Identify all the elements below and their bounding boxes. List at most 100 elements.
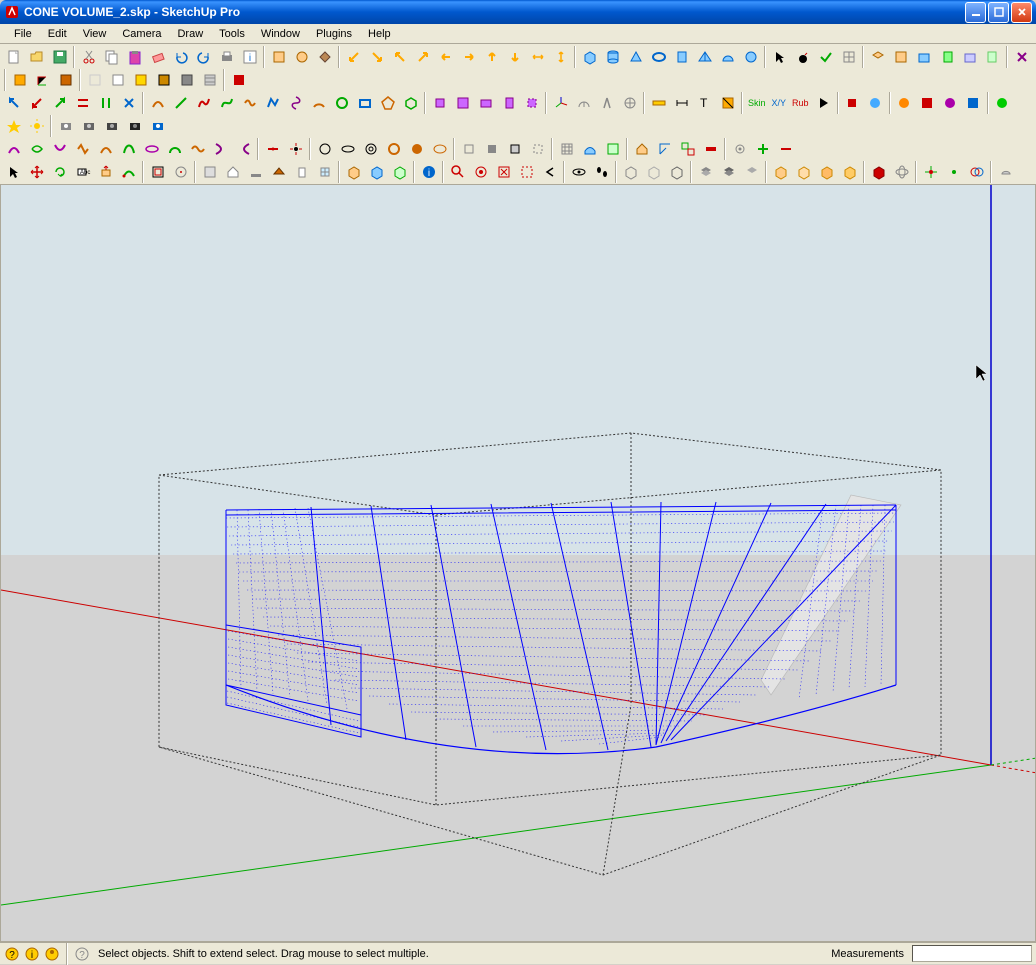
door-icon[interactable] [290,160,313,183]
menu-draw[interactable]: Draw [169,26,211,42]
gold-cube-3-icon[interactable] [815,160,838,183]
layers-stack-3-icon[interactable] [740,160,763,183]
layers-stack-2-icon[interactable] [717,160,740,183]
arrow-right-icon[interactable] [457,45,480,68]
follow-me-icon[interactable] [117,160,140,183]
undo-icon[interactable] [169,45,192,68]
cube-solid-icon[interactable] [480,137,503,160]
push-pull-icon[interactable] [94,160,117,183]
open-file-icon[interactable] [25,45,48,68]
top-view-icon[interactable] [889,45,912,68]
purp-box-1-icon[interactable] [428,91,451,114]
shape-box-icon[interactable] [578,45,601,68]
component-cube-icon[interactable] [342,160,365,183]
cube-hidden-icon[interactable] [526,137,549,160]
gear-icon[interactable] [728,137,751,160]
red-square-icon[interactable] [841,91,864,114]
search-red-icon[interactable] [446,160,469,183]
shape-cone-icon[interactable] [624,45,647,68]
menu-window[interactable]: Window [253,26,308,42]
menu-file[interactable]: File [6,26,40,42]
draw-ngon-icon[interactable] [399,91,422,114]
curve-4-icon[interactable] [71,137,94,160]
camera-4-icon[interactable] [123,114,146,137]
scale-icon[interactable] [653,137,676,160]
left-view-icon[interactable] [981,45,1004,68]
arrow-nw-icon[interactable] [2,91,25,114]
donut-tool-icon[interactable] [359,137,382,160]
layer-icon[interactable] [8,68,31,91]
axis-tool-icon[interactable] [549,91,572,114]
draw-helix-icon[interactable] [284,91,307,114]
remove-icon[interactable] [774,137,797,160]
menu-view[interactable]: View [75,26,115,42]
orbit-small-icon[interactable] [890,160,913,183]
curve-1-icon[interactable] [2,137,25,160]
patch-icon[interactable] [601,137,624,160]
shape-cylinder-icon[interactable] [601,45,624,68]
circle-tool-icon[interactable] [313,137,336,160]
paste-icon[interactable] [123,45,146,68]
right-view-icon[interactable] [935,45,958,68]
wire-cube-3-icon[interactable] [665,160,688,183]
menu-camera[interactable]: Camera [114,26,169,42]
tag-tool-icon[interactable]: Abc [71,160,94,183]
green-ball-icon[interactable] [991,91,1014,114]
rotate-tool-icon[interactable] [48,160,71,183]
skin-button[interactable]: Skin [745,91,769,114]
curve-9-icon[interactable] [209,137,232,160]
camera-2-icon[interactable] [77,114,100,137]
measurements-input[interactable] [912,945,1032,962]
cube-wire-icon[interactable] [457,137,480,160]
redo-icon[interactable] [192,45,215,68]
render-red-icon[interactable] [227,68,250,91]
curve-wave-icon[interactable] [186,137,209,160]
save-file-icon[interactable] [48,45,71,68]
display-settings-icon[interactable] [290,45,313,68]
dimension-icon[interactable] [670,91,693,114]
move-tool-icon[interactable] [25,160,48,183]
erase-icon[interactable] [146,45,169,68]
draw-bezier-icon[interactable] [215,91,238,114]
purp-box-2-icon[interactable] [451,91,474,114]
hidden-line-box-icon[interactable] [106,68,129,91]
curve-3-icon[interactable] [48,137,71,160]
curve-10-icon[interactable] [232,137,255,160]
zoom-extents-icon[interactable] [492,160,515,183]
viewport-3d[interactable] [0,185,1036,942]
arrows-horizontal-icon[interactable] [526,45,549,68]
plugin-3-icon[interactable] [939,91,962,114]
print-icon[interactable] [215,45,238,68]
xray-icon[interactable] [1010,45,1033,68]
plugin-4-icon[interactable] [962,91,985,114]
offset-icon[interactable] [146,160,169,183]
front-view-icon[interactable] [912,45,935,68]
draw-polygon-icon[interactable] [376,91,399,114]
status-question-icon[interactable]: ? [74,946,90,962]
layer-grid-icon[interactable] [54,68,77,91]
curve-6-icon[interactable] [117,137,140,160]
weld-icon[interactable] [261,137,284,160]
cut-icon[interactable] [77,45,100,68]
text-label-icon[interactable]: T [693,91,716,114]
model-info-icon[interactable]: i [238,45,261,68]
curve-2-icon[interactable] [25,137,48,160]
draw-circle-icon[interactable] [330,91,353,114]
section-plane-icon[interactable] [716,91,739,114]
draw-3pt-arc-icon[interactable] [307,91,330,114]
shaded-box-icon[interactable] [129,68,152,91]
camera-1-icon[interactable] [54,114,77,137]
arrow-ne-icon[interactable] [48,91,71,114]
menu-plugins[interactable]: Plugins [308,26,360,42]
sphere-render-icon[interactable] [864,91,887,114]
purp-box-3-icon[interactable] [474,91,497,114]
point-tool-icon[interactable] [919,160,942,183]
multi-select-icon[interactable] [676,137,699,160]
shape-torus-icon[interactable] [647,45,670,68]
roof-icon[interactable] [267,160,290,183]
compass-icon[interactable] [595,91,618,114]
tool-cursor-icon[interactable] [768,45,791,68]
wall-tool-icon[interactable] [198,160,221,183]
tool-grid-icon[interactable] [837,45,860,68]
footprints-icon[interactable] [590,160,613,183]
